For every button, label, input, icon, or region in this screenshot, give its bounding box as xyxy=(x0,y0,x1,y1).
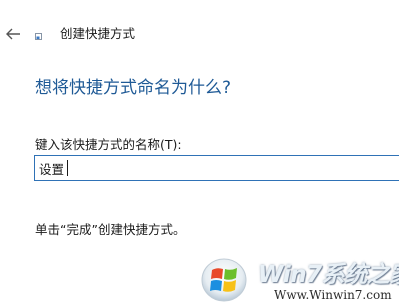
shortcut-icon xyxy=(35,33,42,40)
shortcut-name-label: 键入该快捷方式的名称(T): xyxy=(35,137,182,152)
watermark-url: Www.Winwin7.com xyxy=(274,288,392,302)
finish-hint-text: 单击“完成”创建快捷方式。 xyxy=(35,222,186,237)
watermark-brand: Win7系统之家 xyxy=(258,262,399,288)
page-heading: 想将快捷方式命名为什么? xyxy=(35,78,232,98)
shortcut-name-input[interactable] xyxy=(34,155,399,181)
watermark: Win7系统之家 Www.Winwin7.com xyxy=(196,252,399,307)
wizard-title: 创建快捷方式 xyxy=(60,26,136,41)
windows-logo-icon xyxy=(201,258,247,302)
back-arrow-icon xyxy=(6,28,20,40)
back-button[interactable] xyxy=(4,26,22,42)
text-caret xyxy=(67,160,68,176)
